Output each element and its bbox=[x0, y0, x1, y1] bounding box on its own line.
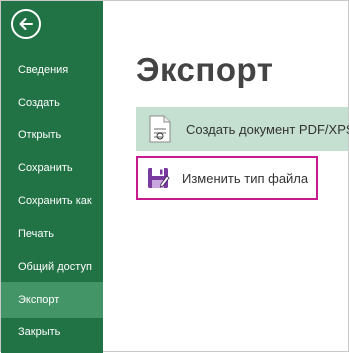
sidebar-item-label: Открыть bbox=[18, 129, 62, 141]
sidebar-item-export[interactable]: Экспорт bbox=[1, 282, 103, 318]
sidebar-item-new[interactable]: Создать bbox=[1, 85, 103, 121]
option-label: Создать документ PDF/XPS bbox=[186, 121, 349, 137]
page-title: Экспорт bbox=[136, 51, 274, 88]
sidebar-item-share[interactable]: Общий доступ bbox=[1, 249, 103, 285]
backstage-sidebar: Сведения Создать Открыть Сохранить Сохра… bbox=[1, 1, 103, 353]
sidebar-item-label: Экспорт bbox=[18, 294, 60, 306]
sidebar-item-open[interactable]: Открыть bbox=[1, 117, 103, 153]
sidebar-item-label: Сохранить bbox=[18, 162, 73, 174]
change-file-type-icon bbox=[148, 168, 170, 188]
sidebar-item-save-as[interactable]: Сохранить как bbox=[1, 183, 103, 219]
sidebar-item-label: Сохранить как bbox=[18, 195, 92, 207]
backstage-window: Сведения Создать Открыть Сохранить Сохра… bbox=[0, 0, 349, 353]
backstage-content: Экспорт Создать документ PDF/XPS Изменит… bbox=[103, 1, 349, 353]
back-button[interactable] bbox=[11, 9, 41, 39]
sidebar-item-info[interactable]: Сведения bbox=[1, 52, 103, 88]
back-arrow-icon bbox=[19, 18, 33, 30]
option-label: Изменить тип файла bbox=[182, 170, 309, 186]
pdf-document-icon bbox=[149, 115, 171, 143]
create-pdf-xps-option[interactable]: Создать документ PDF/XPS bbox=[136, 107, 349, 151]
change-file-type-option[interactable]: Изменить тип файла bbox=[136, 156, 318, 200]
sidebar-item-save[interactable]: Сохранить bbox=[1, 150, 103, 186]
sidebar-item-label: Закрыть bbox=[18, 326, 61, 338]
sidebar-item-label: Создать bbox=[18, 97, 60, 109]
sidebar-item-label: Общий доступ bbox=[18, 261, 92, 273]
sidebar-item-label: Печать bbox=[18, 228, 55, 240]
sidebar-item-label: Сведения bbox=[18, 64, 69, 76]
sidebar-item-print[interactable]: Печать bbox=[1, 216, 103, 252]
sidebar-item-close[interactable]: Закрыть bbox=[1, 314, 103, 350]
